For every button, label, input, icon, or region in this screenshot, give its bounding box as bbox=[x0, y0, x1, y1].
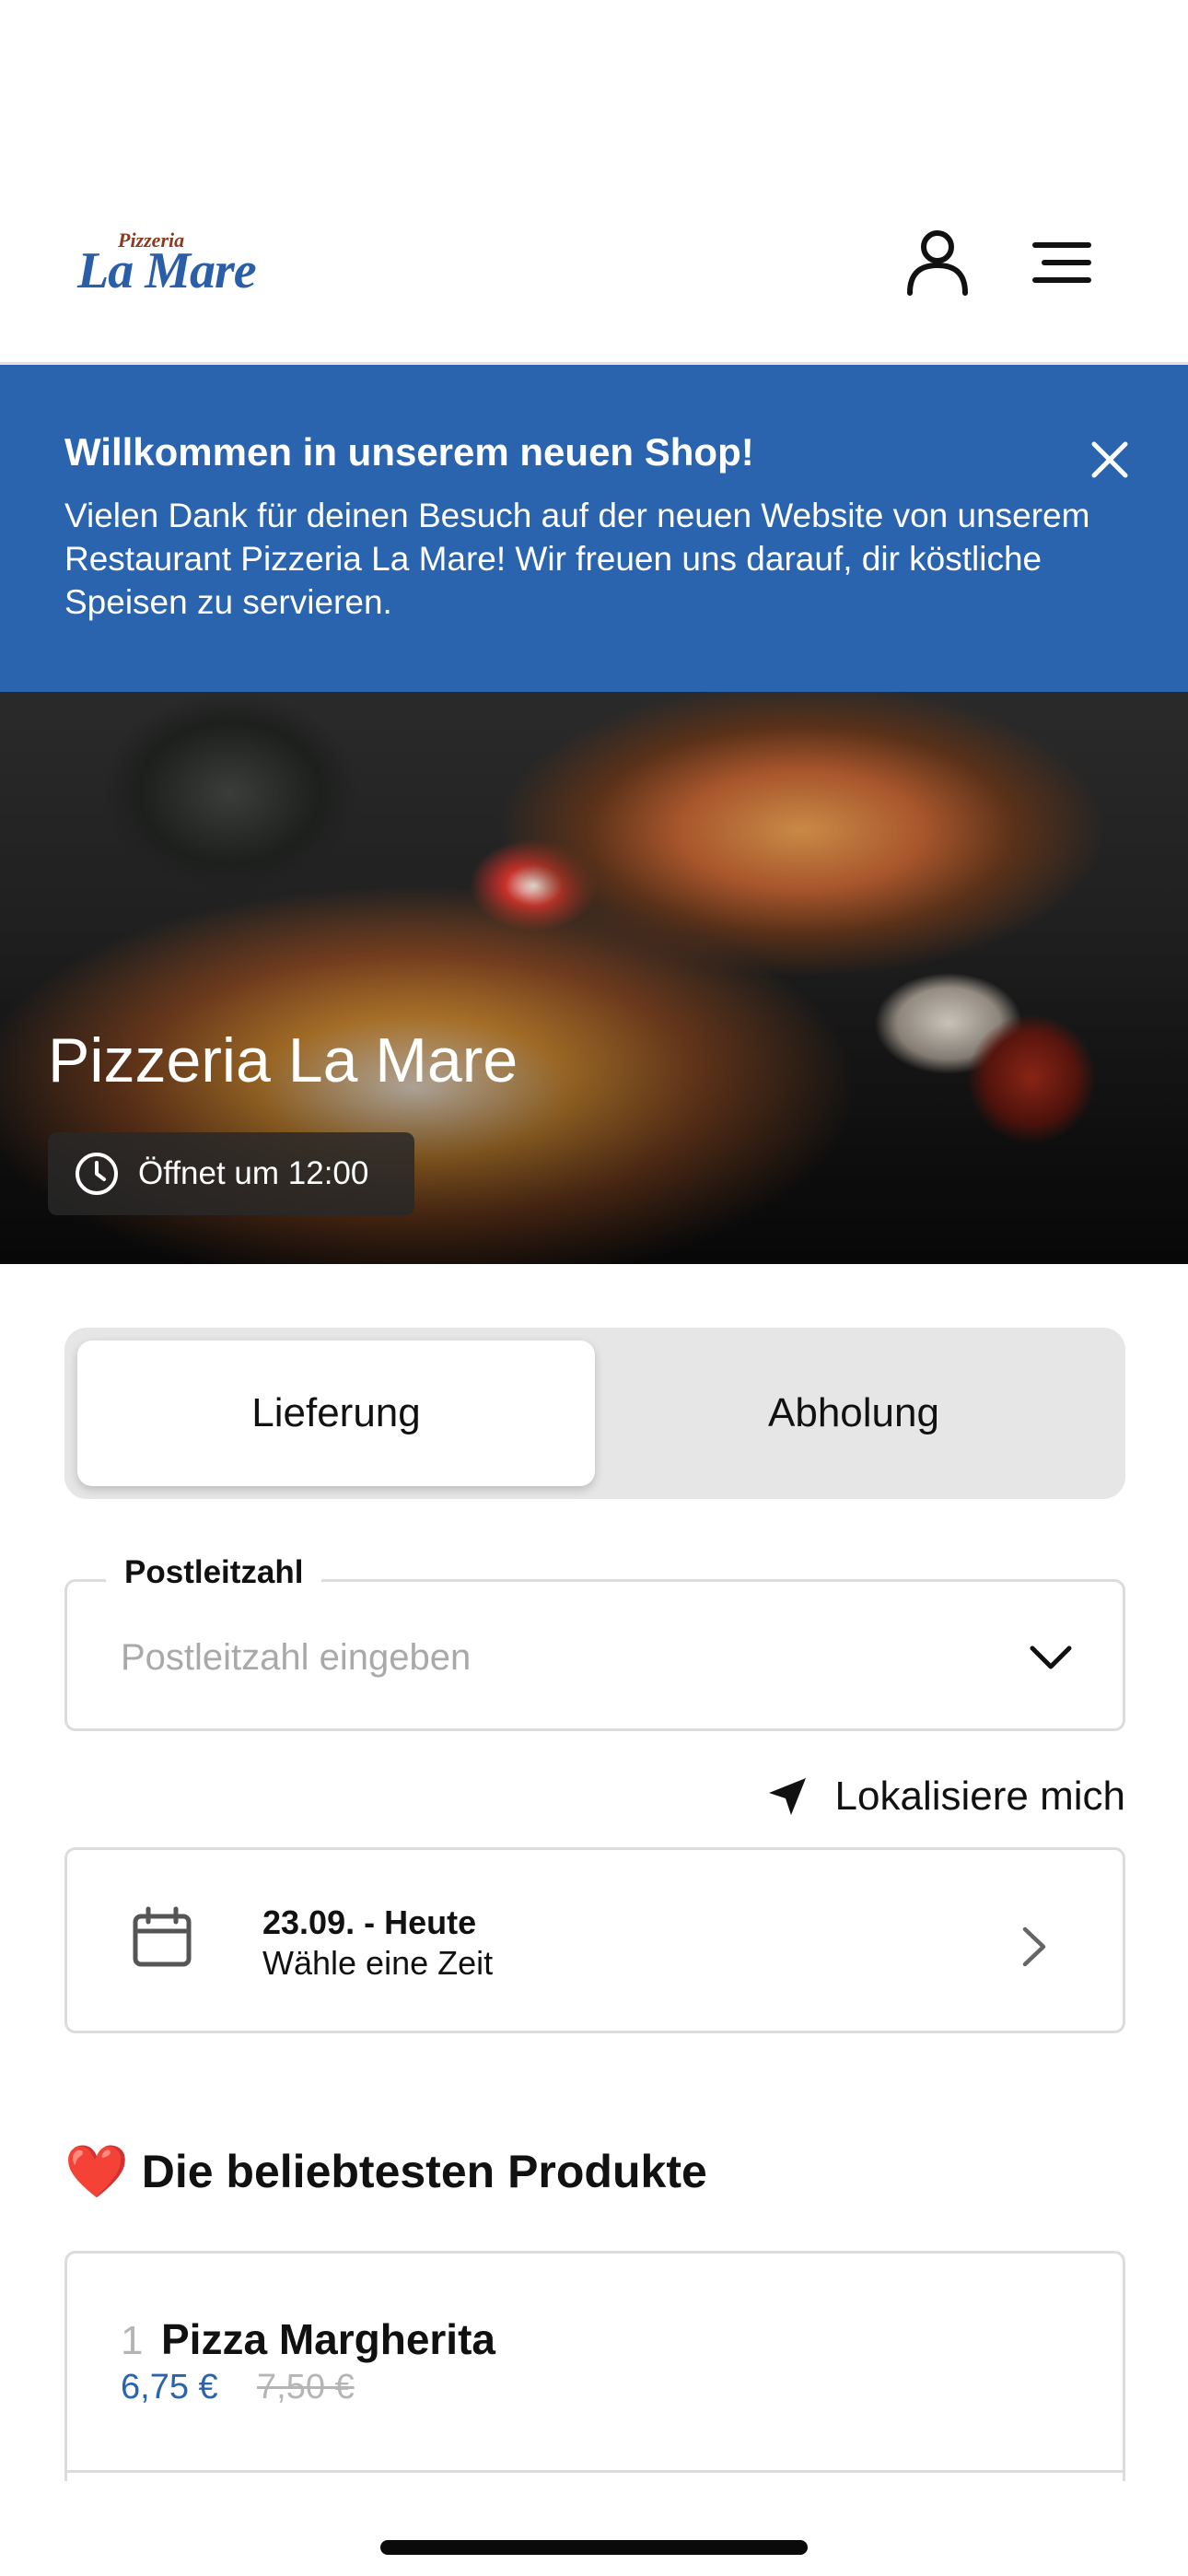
product-name: Pizza Margherita bbox=[161, 2315, 495, 2363]
locate-me-button[interactable]: Lokalisiere mich bbox=[765, 1774, 1125, 1820]
postal-code-label: Postleitzahl bbox=[106, 1554, 322, 1591]
restaurant-name: Pizzeria La Mare bbox=[48, 1025, 518, 1095]
tab-abholung[interactable]: Abholung bbox=[595, 1341, 1112, 1486]
locate-me-label: Lokalisiere mich bbox=[834, 1774, 1125, 1819]
popular-products-title: Die beliebtesten Produkte bbox=[141, 2146, 707, 2197]
top-header: Pizzeria La Mare bbox=[0, 203, 1188, 365]
tab-lieferung[interactable]: Lieferung bbox=[77, 1341, 595, 1486]
product-price: 6,75 € bbox=[121, 2368, 218, 2406]
close-icon[interactable] bbox=[1087, 437, 1133, 483]
product-old-price: 7,50 € bbox=[257, 2368, 355, 2406]
chevron-down-icon[interactable] bbox=[1027, 1633, 1075, 1681]
order-mode-switch: Lieferung Abholung bbox=[64, 1328, 1125, 1499]
menu-icon[interactable] bbox=[1030, 240, 1094, 286]
hero-image: Pizzeria La Mare Öffnet um 12:00 bbox=[0, 692, 1188, 1264]
opening-status-text: Öffnet um 12:00 bbox=[138, 1155, 369, 1191]
location-arrow-icon bbox=[768, 1778, 806, 1815]
selected-date: 23.09. - Heute bbox=[262, 1903, 477, 1941]
heart-icon: ❤️ bbox=[64, 2142, 129, 2202]
time-prompt: Wähle eine Zeit bbox=[262, 1944, 494, 1982]
home-indicator[interactable] bbox=[380, 2540, 808, 2555]
logo-main-text: La Mare bbox=[77, 242, 257, 299]
time-selector[interactable]: 23.09. - Heute Wähle eine Zeit bbox=[64, 1847, 1125, 2033]
restaurant-logo[interactable]: Pizzeria La Mare bbox=[77, 228, 271, 299]
banner-title: Willkommen in unserem neuen Shop! bbox=[64, 430, 754, 474]
user-icon[interactable] bbox=[903, 227, 973, 297]
postal-code-input[interactable] bbox=[121, 1630, 949, 1685]
product-card[interactable]: 1 Pizza Margherita 6,75 € 7,50 € bbox=[64, 2251, 1125, 2481]
status-bar-area bbox=[0, 0, 1188, 203]
opening-status-badge: Öffnet um 12:00 bbox=[48, 1132, 414, 1215]
chevron-right-icon[interactable] bbox=[1016, 1924, 1053, 1970]
clock-icon bbox=[76, 1153, 118, 1195]
postal-code-field[interactable]: Postleitzahl bbox=[64, 1554, 1125, 1731]
popular-products-heading: ❤️ Die beliebtesten Produkte bbox=[64, 2141, 707, 2202]
banner-text: Vielen Dank für deinen Besuch auf der ne… bbox=[64, 497, 1090, 621]
calendar-icon bbox=[133, 1906, 192, 1967]
welcome-banner: Willkommen in unserem neuen Shop! Vielen… bbox=[0, 365, 1188, 692]
product-rank: 1 bbox=[121, 2318, 144, 2363]
product-divider bbox=[64, 2470, 1125, 2473]
